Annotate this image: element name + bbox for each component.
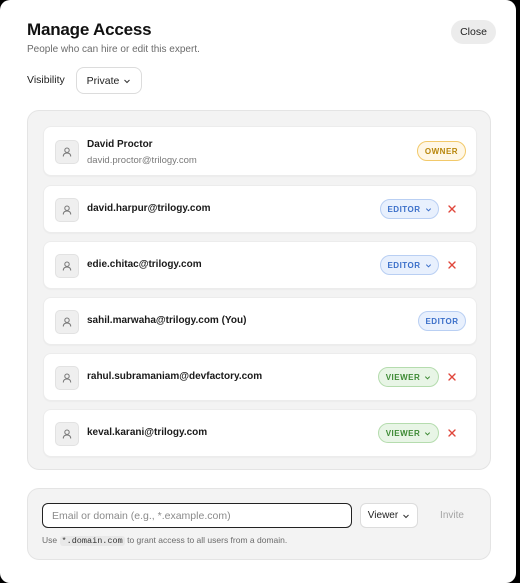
visibility-value: Private xyxy=(86,74,120,87)
chevron-down-icon xyxy=(425,206,432,213)
user-icon xyxy=(55,140,79,164)
remove-member-button[interactable] xyxy=(445,202,459,216)
x-icon xyxy=(448,205,456,213)
role-label: OWNER xyxy=(424,146,459,156)
chevron-down-icon xyxy=(424,374,431,381)
manage-access-dialog: Manage Access People who can hire or edi… xyxy=(0,0,516,583)
viewer-role-badge[interactable]: VIEWER xyxy=(378,367,439,387)
user-icon xyxy=(55,366,79,390)
owner-role-badge: OWNER xyxy=(417,141,466,161)
invite-email-input[interactable] xyxy=(42,503,352,528)
hint-prefix: Use xyxy=(42,535,58,545)
editor-role-badge[interactable]: EDITOR xyxy=(380,255,439,275)
member-row: sahil.marwaha@trilogy.com (You) EDITOR xyxy=(43,297,477,345)
role-label: EDITOR xyxy=(425,316,459,326)
role-label: VIEWER xyxy=(385,372,421,382)
invite-role-select[interactable]: Viewer xyxy=(360,503,418,528)
members-panel: David Proctor david.proctor@trilogy.com OW… xyxy=(27,110,491,470)
member-name: edie.chitac@trilogy.com xyxy=(87,259,202,270)
chevron-down-icon xyxy=(424,430,431,437)
hint-code: *.domain.com xyxy=(59,536,125,546)
role-label: EDITOR xyxy=(387,260,421,270)
dialog-title: Manage Access xyxy=(27,20,152,39)
editor-role-badge: EDITOR xyxy=(418,311,466,331)
member-email: david.proctor@trilogy.com xyxy=(87,155,197,166)
hint-suffix: to grant access to all users from a doma… xyxy=(127,535,288,545)
chevron-down-icon xyxy=(403,514,410,518)
dialog-subtitle: People who can hire or edit this expert. xyxy=(27,44,200,55)
invite-role-value: Viewer xyxy=(367,510,399,521)
visibility-label: Visibility xyxy=(27,74,65,86)
chevron-down-icon xyxy=(425,262,432,269)
member-row: David Proctor david.proctor@trilogy.com OW… xyxy=(43,126,477,176)
invite-button[interactable]: Invite xyxy=(426,503,478,528)
member-row: rahul.subramaniam@devfactory.com VIEWER xyxy=(43,353,477,401)
member-row: edie.chitac@trilogy.com EDITOR xyxy=(43,241,477,289)
remove-member-button[interactable] xyxy=(445,370,459,384)
role-label: EDITOR xyxy=(387,204,421,214)
close-button[interactable]: Close xyxy=(451,20,496,44)
member-row: keval.karani@trilogy.com VIEWER xyxy=(43,409,477,457)
x-icon xyxy=(448,429,456,437)
user-icon xyxy=(55,254,79,278)
member-name: david.harpur@trilogy.com xyxy=(87,203,211,214)
x-icon xyxy=(448,373,456,381)
member-row: david.harpur@trilogy.com EDITOR xyxy=(43,185,477,233)
invite-hint: Use *.domain.com to grant access to all … xyxy=(42,535,287,546)
user-icon xyxy=(55,422,79,446)
role-label: VIEWER xyxy=(385,428,421,438)
remove-member-button[interactable] xyxy=(445,426,459,440)
visibility-select[interactable]: Private xyxy=(76,67,142,94)
member-name: sahil.marwaha@trilogy.com (You) xyxy=(87,315,247,326)
chevron-down-icon xyxy=(124,79,131,83)
member-name: rahul.subramaniam@devfactory.com xyxy=(87,371,263,382)
viewer-role-badge[interactable]: VIEWER xyxy=(378,423,439,443)
member-name: keval.karani@trilogy.com xyxy=(87,427,208,438)
member-name: David Proctor xyxy=(87,139,153,150)
editor-role-badge[interactable]: EDITOR xyxy=(380,199,439,219)
user-icon xyxy=(55,310,79,334)
remove-member-button[interactable] xyxy=(445,258,459,272)
user-icon xyxy=(55,198,79,222)
x-icon xyxy=(448,261,456,269)
invite-panel: Viewer Invite Use *.domain.com to grant … xyxy=(27,488,491,560)
